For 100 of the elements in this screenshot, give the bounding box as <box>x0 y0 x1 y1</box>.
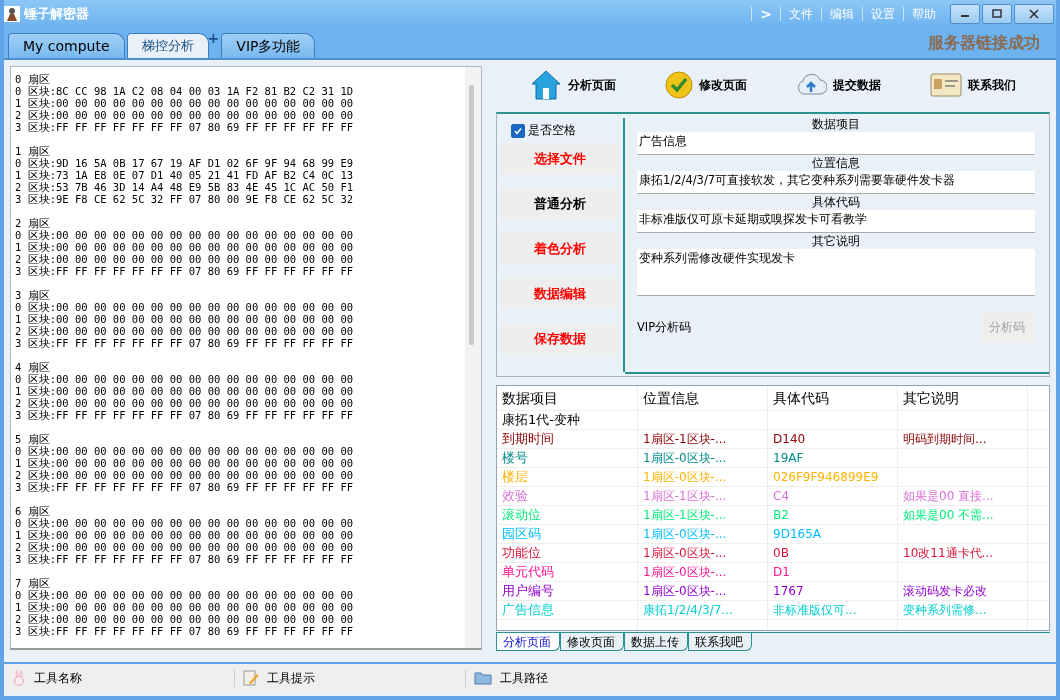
table-cell: 楼层 <box>502 469 528 484</box>
folder-icon <box>474 671 492 685</box>
hex-line: 3 区块:FF FF FF FF FF FF FF 07 80 69 FF FF FF FF FF FF <box>15 409 355 421</box>
house-icon <box>530 69 563 101</box>
table-cell: 1扇区-0区块-... <box>643 451 727 465</box>
field-label: 位置信息 <box>811 155 861 171</box>
hex-line: 1 区块:00 00 00 00 00 00 00 00 00 00 00 00 00 00 00 00 <box>15 457 355 469</box>
toolbar-button[interactable]: 修改页面 <box>664 71 747 99</box>
sector-heading: 7 扇区 <box>15 577 51 589</box>
table-cell: 如果是00 不需... <box>903 508 994 522</box>
hex-line: 3 区块:FF FF FF FF FF FF FF 07 80 69 FF FF FF FF FF FF <box>15 121 355 133</box>
hex-line: 0 区块:00 00 00 00 00 00 00 00 00 00 00 00 00 00 00 00 <box>15 445 355 457</box>
table-cell: D140 <box>773 432 806 446</box>
table-cell: 楼号 <box>502 450 528 465</box>
text-field[interactable]: 广告信息 <box>637 132 1035 155</box>
hex-line: 0 区块:00 00 00 00 00 00 00 00 00 00 00 00 00 00 00 00 <box>15 373 355 385</box>
text-field[interactable]: 非标准版仅可原卡延期或嗅探发卡可看教学 <box>637 210 1035 233</box>
tab[interactable]: My compute <box>8 33 125 58</box>
text-field[interactable]: 变种系列需修改硬件实现发卡 <box>637 249 1035 296</box>
toolbar-button[interactable]: 提交数据 <box>795 72 882 98</box>
hex-line: 3 区块:FF FF FF FF FF FF FF 07 80 69 FF FF FF FF FF FF <box>15 625 355 637</box>
status-text: 工具提示 <box>267 669 315 687</box>
tab[interactable]: 修改页面 <box>560 633 624 651</box>
table-cell: 如果是00 直接... <box>903 489 994 503</box>
tab[interactable]: 梯控分析 <box>126 33 209 58</box>
table-cell: 0B <box>773 546 789 560</box>
table-cell: 1扇区-1区块-... <box>643 432 727 446</box>
hex-line: 3 区块:9E F8 CE 62 5C 32 FF 07 80 00 9E F8 CE 62 5C 32 <box>15 193 355 205</box>
sector-heading: 6 扇区 <box>15 505 51 517</box>
action-button[interactable]: 普通分析 <box>501 188 619 219</box>
table-cell: 1扇区-0区块-... <box>643 565 727 579</box>
hex-line: 1 区块:00 00 00 00 00 00 00 00 00 00 00 00 00 00 00 00 <box>15 313 355 325</box>
table-cell: 1767 <box>773 584 804 598</box>
table-cell: 明码到期时间... <box>903 432 987 446</box>
hex-line: 2 区块:53 7B 46 3D 14 A4 48 E9 5B 83 4E 45 1C AC 50 F1 <box>15 181 355 193</box>
table-cell: 园区码 <box>502 526 541 541</box>
table-cell: 康拓1/2/4/3/7... <box>643 603 733 617</box>
hex-line: 1 区块:00 00 00 00 00 00 00 00 00 00 00 00 00 00 00 00 <box>15 385 355 397</box>
window-title: 锤子解密器 <box>24 5 89 23</box>
table-cell: C4 <box>773 489 789 503</box>
maximize-icon <box>992 9 1002 19</box>
status-text: 工具路径 <box>500 669 548 687</box>
maximize-button[interactable] <box>982 4 1012 24</box>
table-cell: 10改11通卡代... <box>903 546 993 560</box>
tab[interactable]: 联系我吧 <box>688 633 752 651</box>
hex-line: 2 区块:00 00 00 00 00 00 00 00 00 00 00 00 00 00 00 00 <box>15 469 355 481</box>
hex-line: 1 区块:00 00 00 00 00 00 00 00 00 00 00 00 00 00 00 00 <box>15 601 355 613</box>
sector-heading: 4 扇区 <box>15 361 51 373</box>
toolbar-button[interactable]: 联系我们 <box>929 73 1016 97</box>
table-cell: 1扇区-1区块-... <box>643 508 727 522</box>
table-cell: 1扇区-0区块-... <box>643 527 727 541</box>
column-header[interactable]: 其它说明 <box>898 386 1028 410</box>
table-cell: 广告信息 <box>502 602 554 617</box>
hex-line: 3 区块:FF FF FF FF FF FF FF 07 80 69 FF FF FF FF FF FF <box>15 553 355 565</box>
field-label: VIP分析码 <box>637 319 692 335</box>
hex-line: 3 区块:FF FF FF FF FF FF FF 07 80 69 FF FF FF FF FF FF <box>15 265 355 277</box>
figure-icon <box>4 6 20 22</box>
hex-line: 1 区块:73 1A E8 0E 07 D1 40 05 21 41 FD AF B2 C4 0C 13 <box>15 169 355 181</box>
scrollbar[interactable] <box>465 67 481 648</box>
hex-line: 2 区块:00 00 00 00 00 00 00 00 00 00 00 00 00 00 00 00 <box>15 613 355 625</box>
text-field[interactable]: 康拓1/2/4/3/7可直接软发，其它变种系列需要靠硬件发卡器 <box>637 171 1035 194</box>
tab[interactable]: 数据上传 <box>624 633 688 651</box>
sector-heading: 0 扇区 <box>15 73 51 85</box>
space-checkbox[interactable]: 是否空格 <box>511 122 619 139</box>
column-header[interactable]: 具体代码 <box>768 386 898 410</box>
sector-heading: 3 扇区 <box>15 289 51 301</box>
table-cell: D1 <box>773 565 790 579</box>
table-cell: 1扇区-1区块-... <box>643 489 727 503</box>
column-header[interactable]: 位置信息 <box>638 386 768 410</box>
hex-line: 0 区块:8C CC 98 1A C2 08 04 00 03 1A F2 81 B2 C2 31 1D <box>15 85 355 97</box>
sector-heading: 5 扇区 <box>15 433 51 445</box>
tab[interactable]: VIP多功能 <box>221 33 316 58</box>
hex-line: 0 区块:00 00 00 00 00 00 00 00 00 00 00 00 00 00 00 00 <box>15 301 355 313</box>
table-cell: 1扇区-0区块-... <box>643 546 727 560</box>
hex-line: 2 区块:00 00 00 00 00 00 00 00 00 00 00 00 00 00 00 00 <box>15 397 355 409</box>
check-icon <box>513 125 523 136</box>
table-cell: 滚动码发卡必改 <box>903 584 987 598</box>
checkbox[interactable] <box>511 123 525 138</box>
server-status: 服务器链接成功 <box>928 32 1040 54</box>
column-header[interactable]: 数据项目 <box>497 386 638 410</box>
field-label: 其它说明 <box>811 233 861 249</box>
tab[interactable]: 分析页面 <box>496 633 560 651</box>
table-cell: 功能位 <box>502 545 541 560</box>
hex-line: 0 区块:00 00 00 00 00 00 00 00 00 00 00 00 00 00 00 00 <box>15 229 355 241</box>
card-icon <box>929 73 962 97</box>
table-cell: 效验 <box>502 488 528 503</box>
scrollbar-thumb[interactable] <box>469 85 474 345</box>
table-cell: B2 <box>773 508 789 522</box>
status-text: 工具名称 <box>34 669 82 687</box>
field-label: 数据项目 <box>811 116 861 132</box>
table-cell: 滚动位 <box>502 507 541 522</box>
table-cell: 非标准版仅可... <box>773 603 857 617</box>
cloud-upload-icon <box>795 72 828 98</box>
table-cell: 变种系列需修... <box>903 603 987 617</box>
hex-line: 3 区块:FF FF FF FF FF FF FF 07 80 69 FF FF FF FF FF FF <box>15 337 355 349</box>
table-cell: 19AF <box>773 451 804 465</box>
close-button[interactable] <box>1014 4 1054 24</box>
minimize-button[interactable] <box>950 4 980 24</box>
new-tab-button[interactable]: + <box>207 30 220 46</box>
toolbar-button[interactable]: 分析页面 <box>530 69 617 101</box>
